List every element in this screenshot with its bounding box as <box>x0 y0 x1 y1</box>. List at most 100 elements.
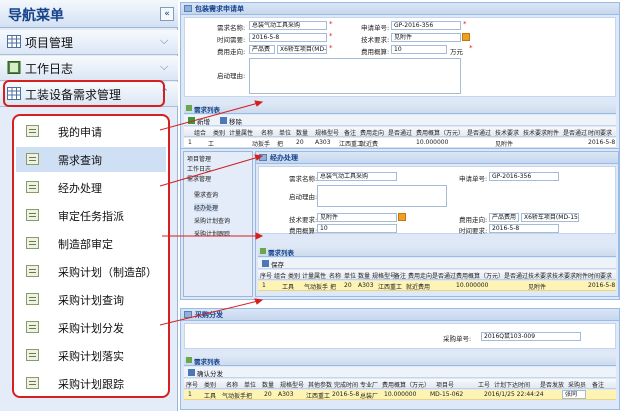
cell-name: 动扳手 <box>252 141 271 148</box>
col-header: 单位 <box>279 130 292 137</box>
nav-item-label: 审定任务指派 <box>58 210 124 223</box>
confirm-distribute-button[interactable]: 确认分发 <box>197 368 223 378</box>
attachment-button[interactable] <box>462 33 470 41</box>
nav-item-demand-query[interactable]: 需求查询 <box>16 147 166 172</box>
cell-unit: 把 <box>246 393 253 400</box>
save-icon <box>262 260 269 267</box>
reason-textarea[interactable] <box>317 185 447 207</box>
table-row[interactable]: 1 工具 气动扳手 把 20 A303 江西重工 2016-5-8 总装厂 10… <box>184 390 616 400</box>
window-icon <box>259 154 267 161</box>
mini-nav-item[interactable]: 需求查询 <box>194 190 218 199</box>
nav-item-task-assign[interactable]: 审定任务指派 <box>16 203 166 228</box>
cell-other: 江西重工 <box>306 393 331 400</box>
nav-item-purchase-plan-implement[interactable]: 采购计划落实 <box>16 343 166 368</box>
nav-item-processing[interactable]: 经办处理 <box>16 175 166 200</box>
reason-textarea[interactable] <box>249 58 461 94</box>
reason-label: 启动理由: <box>217 72 246 80</box>
cost-dir-label: 费用走向: <box>217 48 246 56</box>
cell-model: A303 <box>315 139 331 146</box>
nav-item-purchase-plan-track[interactable]: 采购计划跟踪 <box>16 371 166 396</box>
col-header: 技术要求附件 <box>523 130 560 137</box>
time-field[interactable]: 2016-5-8 <box>489 224 559 233</box>
cell-qty: 20 <box>296 139 304 146</box>
req-name-field[interactable]: 总装气动工具采购 <box>249 21 327 30</box>
req-name-field[interactable]: 总装气动工具采购 <box>317 172 397 181</box>
cell-time: 2016-5-8 <box>588 282 616 289</box>
col-header: 完成时间 <box>334 382 359 389</box>
apply-no-field[interactable]: GP-2016-356 <box>391 21 461 30</box>
distribution-form: 采购单号: 2016Q鼠103-009 <box>184 323 616 349</box>
col-header: 单位 <box>244 382 257 389</box>
grid-header: 序号 组合 类别 计量属性 名称 单位 数量 规格型号 备注 费用走向 是否通过… <box>258 270 616 280</box>
mini-nav-item[interactable]: 项目管理 <box>187 154 211 163</box>
add-button[interactable]: 新增 <box>197 116 210 126</box>
mini-nav-item[interactable]: 需求管理 <box>187 174 211 183</box>
mini-nav-item[interactable]: 经办处理 <box>194 203 219 212</box>
nav-item-label: 采购计划查询 <box>58 294 124 307</box>
col-header: 规格型号 <box>280 382 305 389</box>
mini-nav-item[interactable]: 工作日志 <box>187 164 211 173</box>
nav-item-my-applications[interactable]: 我的申请 <box>16 119 166 144</box>
mini-nav-item[interactable]: 采购计划跟踪 <box>194 229 230 238</box>
col-header: 序号 <box>186 382 199 389</box>
window-title: 包装需求申请单 <box>195 5 244 13</box>
window-titlebar: 包装需求申请单 <box>181 3 619 15</box>
nav-item-label: 采购计划（制造部） <box>58 266 157 279</box>
nav-item-purchase-plan-distribute[interactable]: 采购计划分发 <box>16 315 166 340</box>
required-mark: * <box>329 44 333 52</box>
cell-buyer-select[interactable]: 张同 <box>562 390 586 399</box>
mini-nav-item[interactable]: 采购计划查询 <box>194 216 230 225</box>
nav-group-project[interactable]: 项目管理 ⌵ <box>0 30 178 55</box>
budget-field[interactable]: 10 <box>317 224 397 233</box>
required-mark: * <box>329 20 333 28</box>
time-field[interactable]: 2016-5-8 <box>249 33 327 42</box>
nav-item-purchase-plan-query[interactable]: 采购计划查询 <box>16 287 166 312</box>
col-header: 数量 <box>296 130 309 137</box>
cost-dir-label: 费用走向: <box>459 216 488 224</box>
table-icon <box>7 35 21 48</box>
col-header: 数量 <box>262 382 275 389</box>
save-button[interactable]: 保存 <box>271 259 284 269</box>
apply-no-label: 申请单号: <box>459 175 488 183</box>
grid-toolbar: 确认分发 <box>184 367 616 378</box>
chevron-down-icon: ⌵ <box>160 34 169 47</box>
cell-tech: 见附件 <box>528 284 547 291</box>
purchase-no-field[interactable]: 2016Q鼠103-009 <box>481 332 581 341</box>
collapse-icon[interactable]: « <box>160 7 174 21</box>
document-icon <box>26 237 39 249</box>
col-header: 规格型号 <box>372 273 397 280</box>
document-icon <box>26 181 39 193</box>
budget-field[interactable]: 10 <box>391 45 447 54</box>
nav-group-worklog[interactable]: 工作日志 ⌵ <box>0 56 178 81</box>
apply-no-field[interactable]: GP-2016-356 <box>489 172 559 181</box>
cost-dir-select-b[interactable]: X6轿车项目(MD-15-05) <box>521 213 579 222</box>
nav-item-manufacturing-review[interactable]: 制造部审定 <box>16 231 166 256</box>
col-header: 规格型号 <box>315 130 340 137</box>
cell-unit: 把 <box>277 141 284 148</box>
col-header: 费用走向 <box>360 130 385 137</box>
delete-icon <box>220 117 227 124</box>
tech-field[interactable]: 见附件 <box>391 33 461 42</box>
grid-toolbar: 保存 <box>258 258 616 269</box>
document-icon <box>26 209 39 221</box>
tech-field[interactable]: 见附件 <box>317 213 397 222</box>
col-header: 名称 <box>329 273 342 280</box>
attachment-button[interactable] <box>398 213 406 221</box>
cost-dir-select-a[interactable]: 产品费 <box>249 45 275 54</box>
grid-title: 需求列表 <box>268 249 294 257</box>
nav-item-list: 我的申请 需求查询 经办处理 审定任务指派 制造部审定 采购计划（制造部） 采购… <box>12 114 170 398</box>
cost-dir-select-a[interactable]: 产品费用 <box>489 213 519 222</box>
processing-panel: 经办处理 需求名称: 总装气动工具采购 申请单号: GP-2016-356 启动… <box>255 151 619 297</box>
nav-item-label: 需求查询 <box>58 154 102 167</box>
col-header: 是否通过 <box>504 273 529 280</box>
cost-dir-select-b[interactable]: X6轿车项目(MD-15) <box>277 45 327 54</box>
table-row[interactable]: 1 工具 气动扳手 把 20 A303 江西重工 就近费用 10.000000 … <box>258 281 616 291</box>
cell-num: 1 <box>262 282 266 289</box>
col-header: 单位 <box>344 273 357 280</box>
document-icon <box>26 377 39 389</box>
nav-item-purchase-plan-mfg[interactable]: 采购计划（制造部） <box>16 259 166 284</box>
window-icon <box>184 5 192 12</box>
table-row[interactable]: 1 工 动扳手 把 20 A303 江西重工 就近费 10.000000 见附件… <box>184 138 616 148</box>
delete-button[interactable]: 移除 <box>229 116 242 126</box>
col-header: 是否通过 <box>388 130 413 137</box>
